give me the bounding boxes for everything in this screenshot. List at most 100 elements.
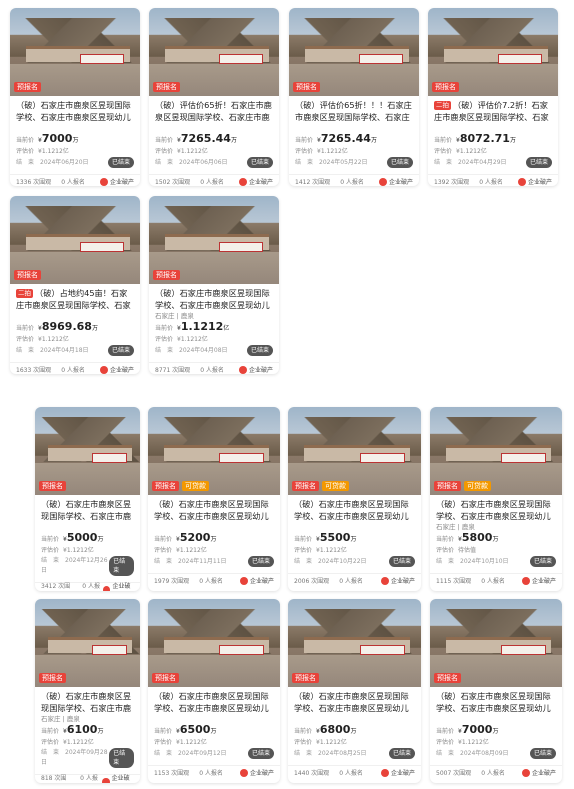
listing-title[interactable]: （破）石家庄市鹿泉区昱现国际学校、石家庄市鹿泉区昱现幼儿园的...	[41, 690, 134, 714]
pre-signup-tag: 预报名	[434, 673, 461, 683]
listing-title[interactable]: （破）石家庄市鹿泉区昱现国际学校、石家庄市鹿泉区昱现幼儿园的...	[436, 690, 556, 714]
listing-title[interactable]: （破）石家庄市鹿泉区昱现国际学校、石家庄市鹿泉区昱现幼儿园的...	[294, 498, 415, 522]
corp-bankruptcy-label: 企业破产	[517, 177, 552, 186]
listing-title[interactable]: （破）评估价65折！！！石家庄市鹿泉区昱现国际学校、石家庄市...	[295, 99, 413, 123]
tag-group: 预报名	[39, 481, 66, 491]
corp-bankruptcy-label: 企业破产	[99, 365, 134, 374]
listing-title[interactable]: （破）评估价65折！石家庄市鹿泉区昱现国际学校、石家庄市鹿泉...	[155, 99, 273, 123]
listing-title[interactable]: （破）石家庄市鹿泉区昱现国际学校、石家庄市鹿泉区昱现幼儿园的...	[154, 498, 274, 522]
bankruptcy-icon	[99, 365, 108, 374]
property-photo[interactable]: 预报名	[428, 8, 558, 96]
location-text	[436, 715, 556, 724]
stats: 2006 次围观 0 人报名	[294, 576, 363, 585]
status-badge: 已结束	[525, 157, 552, 168]
property-photo[interactable]: 预报名	[35, 407, 140, 495]
corp-text: 企业破产	[112, 582, 131, 590]
property-photo[interactable]: 预报名	[148, 599, 280, 687]
current-price: ¥7000万	[458, 723, 499, 736]
eval-price-row: 评估价 待估值	[436, 545, 556, 556]
eval-price-row: 评估价 ¥1.1212亿	[155, 146, 273, 157]
corp-bankruptcy-label: 企业破产	[238, 177, 273, 186]
price-unit: 万	[210, 536, 217, 543]
current-price-row: 当前价 ¥8969.68万	[16, 321, 134, 334]
current-price: ¥6800万	[316, 723, 357, 736]
signup-count: 0 人报名	[339, 578, 363, 585]
auction-card[interactable]: 预报名二拍（破）占地约45亩！石家庄市鹿泉区昱现国际学校、石家庄市鹿... 当前价…	[10, 196, 140, 374]
auction-card[interactable]: 预报名 （破）石家庄市鹿泉区昱现国际学校、石家庄市鹿泉区昱现幼儿园的...石家庄 …	[35, 599, 140, 783]
property-photo[interactable]: 预报名	[149, 8, 279, 96]
auction-card[interactable]: 预报名 （破）石家庄市鹿泉区昱现国际学校、石家庄市鹿泉区昱现幼儿园的... 当前价¥…	[288, 599, 421, 783]
current-price-label: 当前价	[155, 325, 174, 332]
end-row: 结 束 2024年06月06日 已结束	[155, 157, 273, 168]
property-photo[interactable]: 预报名	[430, 599, 562, 687]
card-footer: 5007 次围观 0 人报名 企业破产	[430, 765, 562, 779]
listing-title[interactable]: （破）石家庄市鹿泉区昱现国际学校、石家庄市鹿泉区昱现幼儿园的...	[294, 690, 415, 714]
property-photo[interactable]: 预报名 可贷款	[430, 407, 562, 495]
eval-price-label: 评估价	[154, 739, 173, 746]
card-body: （破）石家庄市鹿泉区昱现国际学校、石家庄市鹿泉区昱现幼儿园的... 当前价¥680…	[288, 687, 421, 762]
auction-list-section-a: 预报名（破）石家庄市鹿泉区昱现国际学校、石家庄市鹿泉区昱现幼儿园的...当前价¥…	[0, 0, 574, 380]
end-info: 结 束 2024年08月09日	[436, 749, 509, 759]
end-label: 结 束	[436, 749, 461, 757]
end-label: 结 束	[155, 158, 180, 166]
eval-price: ¥1.1212亿	[176, 547, 207, 554]
auction-card[interactable]: 预报名 （破）石家庄市鹿泉区昱现国际学校、石家庄市鹿泉区昱现幼儿园的... 当前价¥…	[10, 8, 140, 186]
auction-card[interactable]: 预报名 （破）石家庄市鹿泉区昱现国际学校、石家庄市鹿泉区昱现幼儿园的...石家庄 …	[149, 196, 279, 374]
auction-card[interactable]: 预报名可贷款 （破）石家庄市鹿泉区昱现国际学校、石家庄市鹿泉区昱现幼儿园的... 当…	[148, 407, 280, 591]
card-footer: 1153 次围观 0 人报名 企业破产	[148, 765, 280, 779]
corp-text: 企业破产	[390, 578, 415, 585]
property-photo[interactable]: 预报名	[10, 196, 140, 284]
status-badge: 已结束	[107, 345, 134, 356]
eval-price: ¥1.1212亿	[63, 547, 94, 554]
eval-price-label: 评估价	[16, 148, 35, 155]
currency-symbol: ¥	[316, 728, 320, 735]
signup-count: 0 人报名	[199, 770, 223, 777]
current-price: ¥1.1212亿	[177, 320, 230, 333]
listing-title[interactable]: （破）石家庄市鹿泉区昱现国际学校、石家庄市鹿泉区昱现幼儿园的...	[154, 690, 274, 714]
auction-card[interactable]: 预报名二拍（破）评估价7.2折！石家庄市鹿泉区昱现国际学校、石家庄市鹿泉... 当…	[428, 8, 558, 186]
listing-title[interactable]: 二拍（破）占地约45亩！石家庄市鹿泉区昱现国际学校、石家庄市鹿...	[16, 287, 134, 311]
property-photo[interactable]: 预报名 可贷款	[148, 407, 280, 495]
pre-signup-tag: 预报名	[434, 481, 461, 491]
auction-card[interactable]: 预报名 （破）评估价65折！石家庄市鹿泉区昱现国际学校、石家庄市鹿泉... 当前价¥…	[149, 8, 279, 186]
auction-card[interactable]: 预报名 （破）评估价65折！！！石家庄市鹿泉区昱现国际学校、石家庄市... 当前价¥…	[289, 8, 419, 186]
pre-signup-tag: 预报名	[152, 673, 179, 683]
current-price-label: 当前价	[16, 137, 35, 144]
corp-text: 企业破产	[109, 367, 134, 374]
property-photo[interactable]: 预报名	[35, 599, 140, 687]
card-body: （破）石家庄市鹿泉区昱现国际学校、石家庄市鹿泉区昱现幼儿园的... 当前价¥520…	[148, 495, 280, 570]
card-body: （破）石家庄市鹿泉区昱现国际学校、石家庄市鹿泉区昱现幼儿园的... 当前价¥500…	[35, 495, 140, 579]
end-row: 结 束 2024年10月10日 已结束	[436, 556, 556, 567]
property-photo[interactable]: 预报名 可贷款	[288, 407, 421, 495]
auction-card[interactable]: 预报名 （破）石家庄市鹿泉区昱现国际学校、石家庄市鹿泉区昱现幼儿园的... 当前价¥…	[148, 599, 280, 783]
card-footer: 1115 次围观 0 人报名 企业破产	[430, 573, 562, 587]
stats: 818 次围观 0 人报名	[41, 773, 102, 784]
end-row: 结 束 2024年09月28日 已结束	[41, 748, 134, 768]
corp-text: 企业破产	[248, 179, 273, 186]
auction-card[interactable]: 预报名 （破）石家庄市鹿泉区昱现国际学校、石家庄市鹿泉区昱现幼儿园的... 当前价¥…	[35, 407, 140, 591]
auction-card[interactable]: 预报名可贷款 （破）石家庄市鹿泉区昱现国际学校、石家庄市鹿泉区昱现幼儿园的...石…	[430, 407, 562, 591]
listing-title[interactable]: （破）石家庄市鹿泉区昱现国际学校、石家庄市鹿泉区昱现幼儿园的...	[16, 99, 134, 123]
auction-card[interactable]: 预报名可贷款 （破）石家庄市鹿泉区昱现国际学校、石家庄市鹿泉区昱现幼儿园的... 当…	[288, 407, 421, 591]
auction-card[interactable]: 预报名 （破）石家庄市鹿泉区昱现国际学校、石家庄市鹿泉区昱现幼儿园的... 当前价¥…	[430, 599, 562, 783]
property-photo[interactable]: 预报名	[10, 8, 140, 96]
listing-title[interactable]: （破）石家庄市鹿泉区昱现国际学校、石家庄市鹿泉区昱现幼儿园的...	[436, 498, 556, 522]
listing-title[interactable]: 二拍（破）评估价7.2折！石家庄市鹿泉区昱现国际学校、石家庄市鹿泉...	[434, 99, 552, 123]
eval-price-row: 评估价 ¥1.1212亿	[154, 545, 274, 556]
corp-bankruptcy-label: 企业破产	[521, 768, 556, 777]
listing-title[interactable]: （破）石家庄市鹿泉区昱现国际学校、石家庄市鹿泉区昱现幼儿园的...	[155, 287, 273, 311]
property-photo[interactable]: 预报名	[289, 8, 419, 96]
signup-count: 0 人报名	[82, 582, 100, 590]
property-photo[interactable]: 预报名	[149, 196, 279, 284]
current-price-label: 当前价	[434, 137, 453, 144]
listing-title[interactable]: （破）石家庄市鹿泉区昱现国际学校、石家庄市鹿泉区昱现幼儿园的...	[41, 498, 134, 522]
end-info: 结 束 2024年10月10日	[436, 557, 509, 567]
property-photo[interactable]: 预报名	[288, 599, 421, 687]
pre-signup-tag: 预报名	[432, 82, 459, 92]
card-footer: 1440 次围观 0 人报名 企业破产	[288, 765, 421, 779]
price-unit: 万	[370, 137, 377, 144]
end-info: 结 束 2024年09月12日	[154, 749, 227, 759]
end-info: 结 束 2024年09月28日	[41, 748, 109, 768]
eval-price-label: 评估价	[41, 739, 60, 746]
eval-price: ¥1.1212亿	[177, 336, 208, 343]
